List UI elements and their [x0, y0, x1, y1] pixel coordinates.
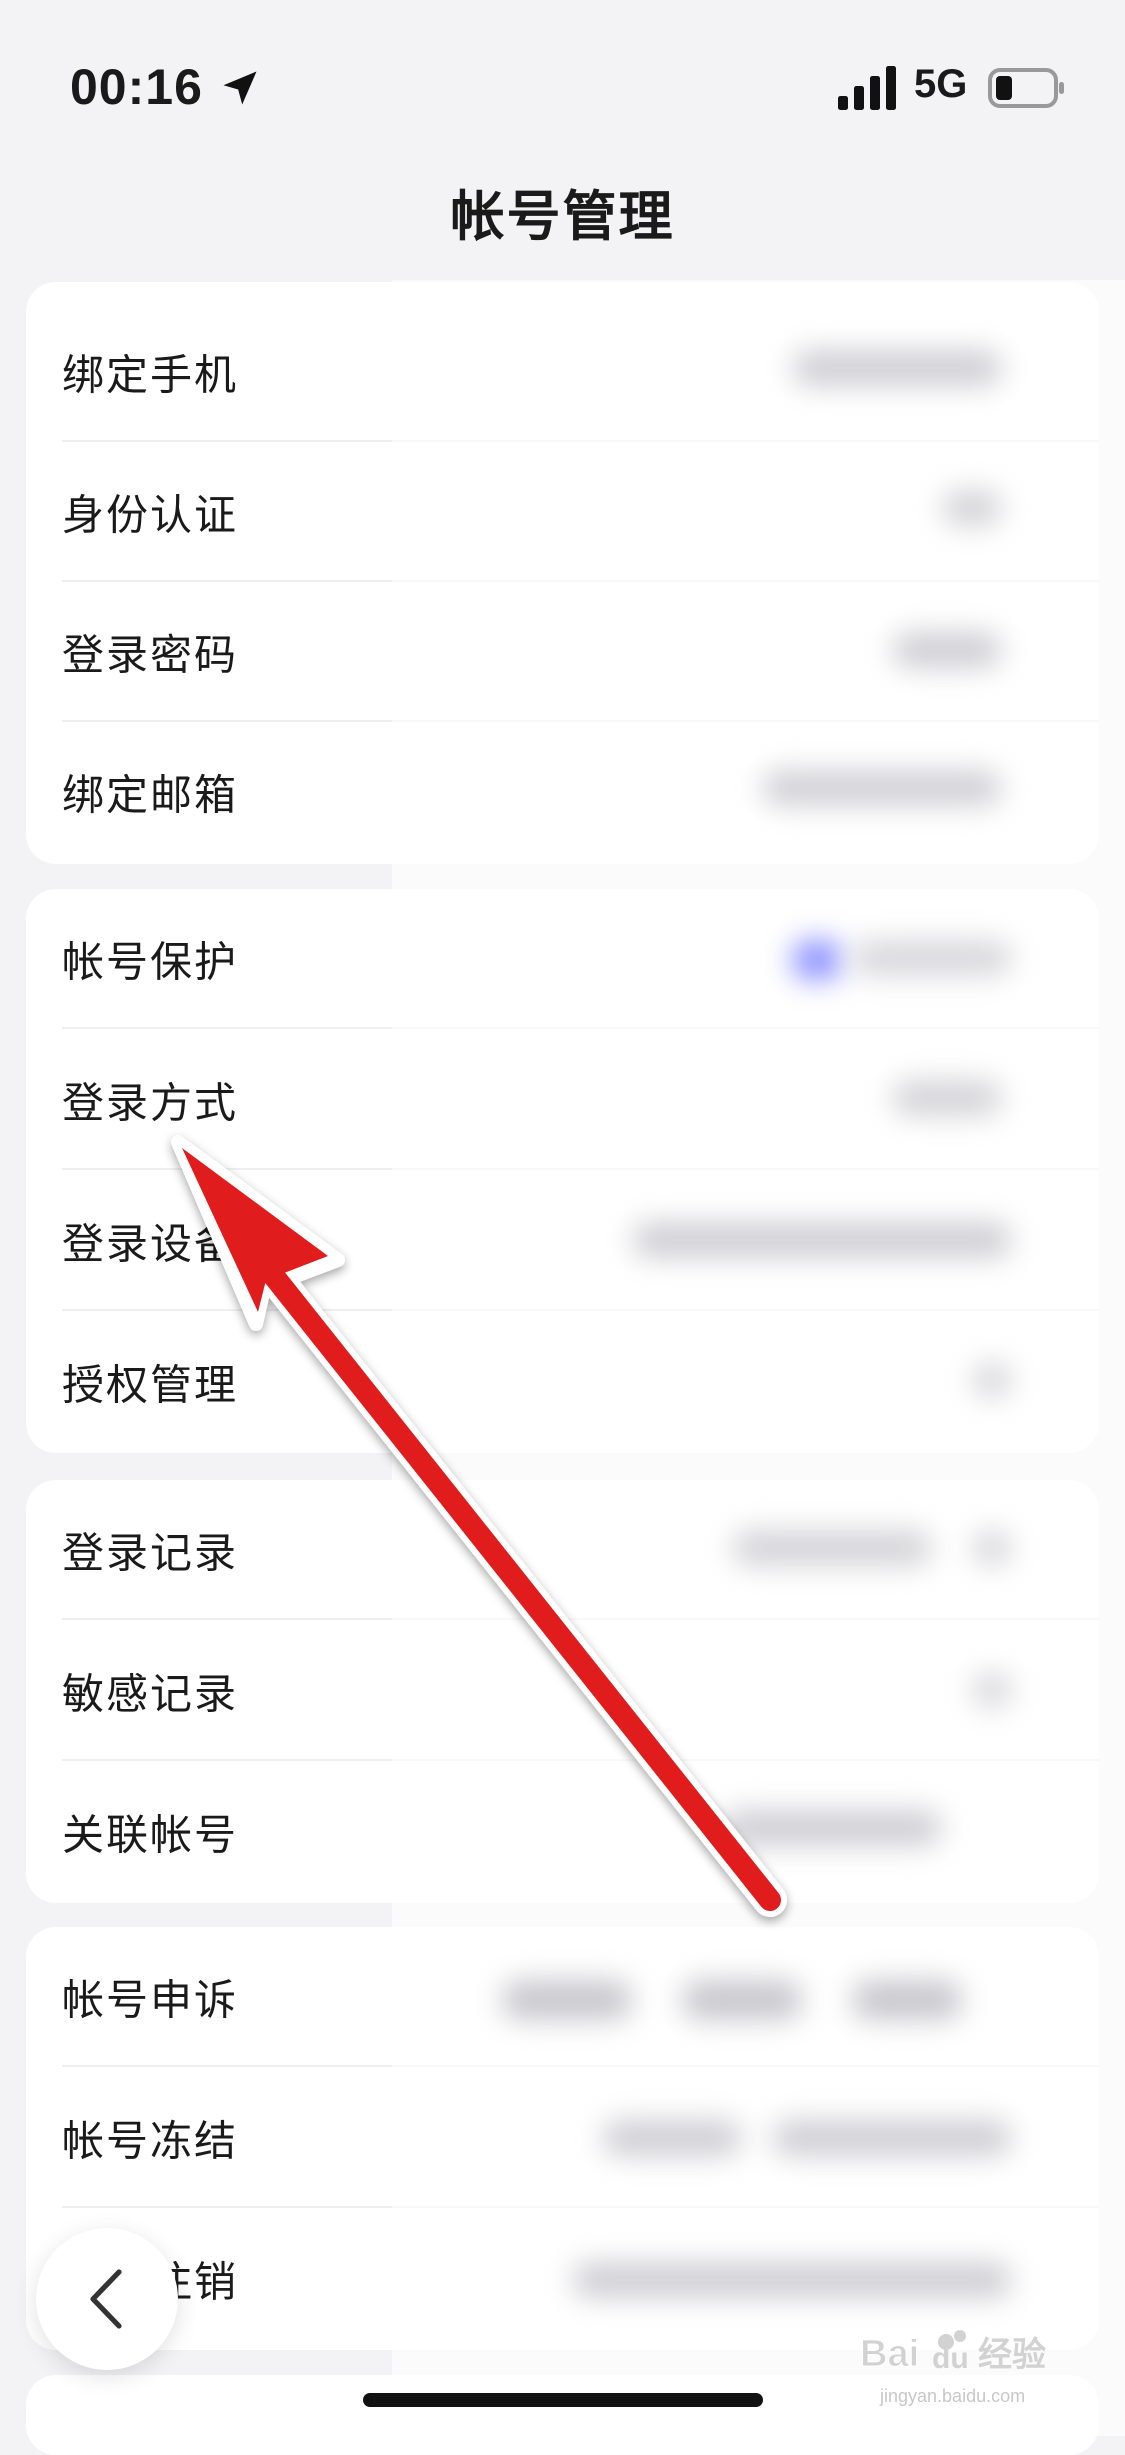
blurred-value — [852, 940, 1012, 976]
row-label: 绑定邮箱 — [62, 770, 239, 820]
row-label: 登录记录 — [62, 1528, 239, 1578]
watermark-url: jingyan.baidu.com — [880, 2386, 1026, 2406]
blurred-values-overlay — [392, 280, 1125, 2436]
baidu-jingyan-watermark: Bai du 经验 — [860, 2330, 1046, 2376]
blurred-value — [852, 1980, 962, 2020]
battery-icon — [988, 68, 1064, 108]
location-arrow-icon — [223, 71, 257, 105]
row-label: 敏感记录 — [62, 1669, 239, 1719]
page-title: 帐号管理 — [450, 185, 675, 248]
row-label: 授权管理 — [62, 1360, 239, 1410]
blurred-value — [972, 1672, 1012, 1708]
blurred-value — [602, 2120, 742, 2156]
blurred-value — [572, 2262, 1012, 2298]
row-label: 登录密码 — [62, 630, 239, 680]
row-label: 帐号保护 — [62, 937, 239, 987]
status-bar: 00:16 5G — [0, 0, 1125, 170]
status-time: 00:16 — [70, 59, 203, 115]
svg-text:Bai: Bai — [860, 2333, 919, 2375]
network-type: 5G — [914, 62, 968, 106]
row-label: 帐号申诉 — [62, 1975, 239, 2025]
blurred-value — [772, 2120, 1012, 2156]
blurred-value — [762, 770, 1002, 806]
row-label: 帐号冻结 — [62, 2116, 239, 2166]
row-label: 绑定手机 — [62, 350, 239, 400]
blurred-value — [972, 1530, 1012, 1566]
row-label: 关联帐号 — [62, 1810, 239, 1860]
blurred-value — [892, 1080, 1002, 1116]
home-indicator[interactable] — [363, 2393, 763, 2407]
row-label: 登录设备 — [62, 1219, 239, 1269]
blurred-value — [632, 1222, 1012, 1258]
blurred-value — [792, 940, 842, 980]
row-label: 身份认证 — [62, 490, 239, 540]
row-label: 登录方式 — [62, 1078, 239, 1128]
blurred-value — [892, 632, 1002, 668]
svg-text:du: du — [932, 2342, 969, 2375]
blurred-value — [942, 490, 1002, 526]
back-button[interactable] — [36, 2228, 178, 2370]
chevron-left-icon — [90, 2269, 122, 2329]
blurred-value — [732, 1530, 932, 1566]
svg-text:经验: 经验 — [978, 2335, 1046, 2375]
cellular-signal-icon — [838, 66, 896, 110]
blurred-value — [972, 1362, 1012, 1398]
blurred-value — [792, 350, 1002, 386]
blurred-value — [722, 1810, 942, 1846]
blurred-value — [502, 1980, 632, 2020]
blurred-value — [682, 1980, 802, 2020]
